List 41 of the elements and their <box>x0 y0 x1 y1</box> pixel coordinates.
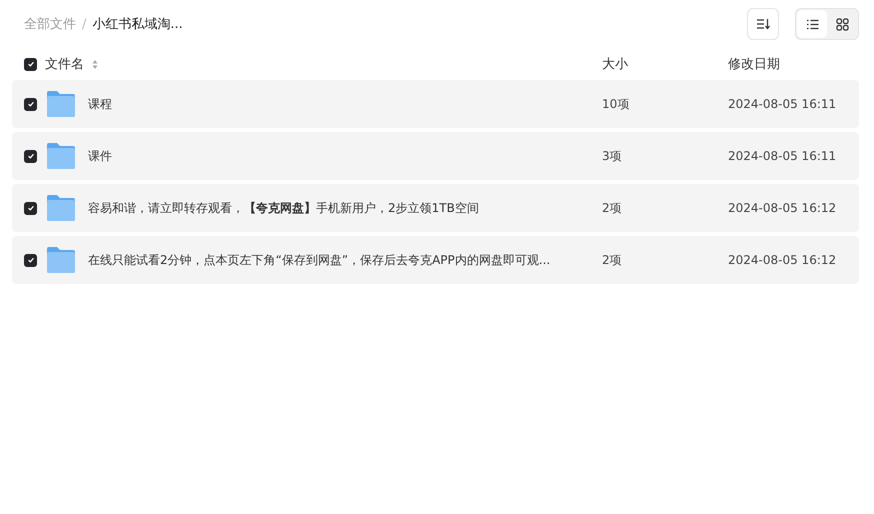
breadcrumb-item[interactable]: 小红书私域淘... <box>92 15 183 33</box>
sort-arrows-icon <box>92 58 98 70</box>
column-header[interactable]: 修改日期 <box>728 57 780 72</box>
modified-date: 2024-08-05 16:11 <box>728 97 836 111</box>
checkbox[interactable] <box>24 254 37 266</box>
file-name: 容易和谐，请立即转存观看，【夸克网盘】手机新用户，2步立领1TB空间 <box>88 200 479 216</box>
sort-button[interactable] <box>747 8 779 40</box>
checkbox[interactable] <box>24 98 37 110</box>
list-icon <box>806 18 818 30</box>
modified-date: 2024-08-05 16:12 <box>728 253 836 267</box>
file-size: 10项 <box>602 96 630 110</box>
checkbox[interactable] <box>24 202 37 214</box>
sort-icon <box>756 18 770 30</box>
column-header[interactable]: 大小 <box>602 57 628 72</box>
file-row[interactable]: 容易和谐，请立即转存观看，【夸克网盘】手机新用户，2步立领1TB空间 2项 2024-08-05 16:12 <box>12 184 859 232</box>
file-row[interactable]: 课程 10项 2024-08-05 16:11 <box>12 80 859 128</box>
file-name: 在线只能试看2分钟，点本页左下角“保存到网盘”，保存后去夸克APP内的网盘即可观... <box>88 252 550 268</box>
checkmark-icon <box>26 60 34 68</box>
grid-icon <box>836 18 848 30</box>
file-size: 2项 <box>602 252 622 266</box>
checkmark-icon <box>26 256 34 264</box>
checkmark-icon <box>26 100 34 108</box>
file-row[interactable]: 课件 3项 2024-08-05 16:11 <box>12 132 859 180</box>
folder-icon <box>46 194 76 222</box>
breadcrumb-separator: / <box>82 16 86 32</box>
file-size: 2项 <box>602 200 622 214</box>
modified-date: 2024-08-05 16:12 <box>728 201 836 215</box>
checkbox[interactable] <box>24 150 37 162</box>
folder-icon <box>46 246 76 274</box>
file-size: 3项 <box>602 148 622 162</box>
file-name: 课件 <box>88 148 112 164</box>
checkmark-icon <box>26 204 34 212</box>
file-row[interactable]: 在线只能试看2分钟，点本页左下角“保存到网盘”，保存后去夸克APP内的网盘即可观... 2项 2024-08-05 16:12 <box>12 236 859 284</box>
column-header[interactable]: 文件名 <box>45 55 84 73</box>
modified-date: 2024-08-05 16:11 <box>728 149 836 163</box>
folder-icon <box>46 90 76 118</box>
checkmark-icon <box>26 152 34 160</box>
checkbox[interactable] <box>24 58 37 70</box>
list-view-button[interactable] <box>797 10 827 38</box>
file-name: 课程 <box>88 96 112 112</box>
folder-icon <box>46 142 76 170</box>
